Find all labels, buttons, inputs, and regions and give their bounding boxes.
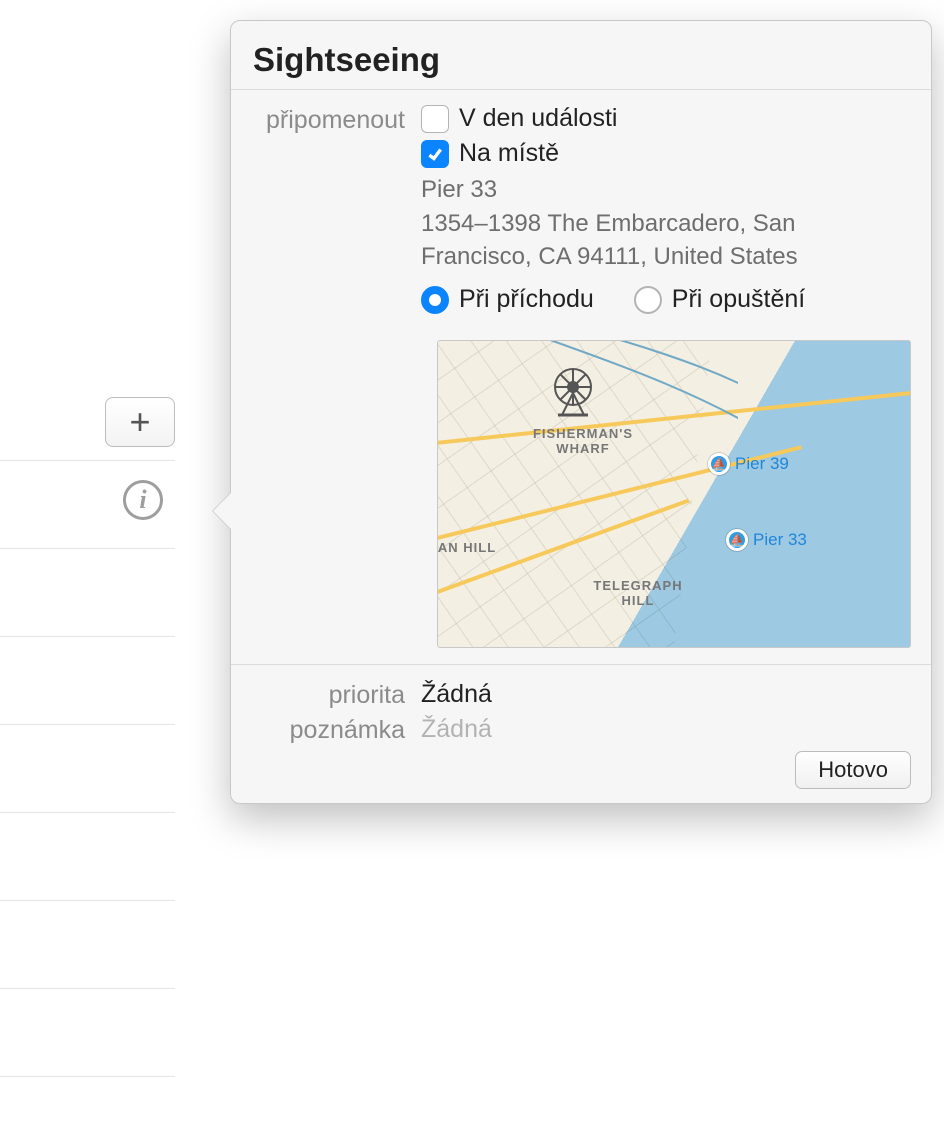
poi-label: Pier 33 <box>753 530 807 550</box>
ferry-icon: ⛵ <box>726 529 748 551</box>
location-trigger-group: Při příchodu Při opuštění <box>421 285 911 320</box>
list-divider <box>0 724 175 725</box>
priority-row[interactable]: priorita Žádná <box>251 677 911 712</box>
note-value: Žádná <box>421 715 911 744</box>
poi-pier-39[interactable]: ⛵ Pier 39 <box>708 453 789 475</box>
poi-pier-33[interactable]: ⛵ Pier 33 <box>726 529 807 551</box>
remind-label: připomenout <box>251 104 421 135</box>
list-divider <box>0 636 175 637</box>
done-button[interactable]: Hotovo <box>795 751 911 789</box>
location-name[interactable]: Pier 33 <box>421 174 911 206</box>
list-divider <box>0 460 175 461</box>
divider <box>231 89 931 90</box>
list-divider <box>0 1076 175 1077</box>
district-telegraph-hill: TELEGRAPH HILL <box>578 579 698 609</box>
add-reminder-button[interactable]: + <box>105 397 175 447</box>
location-address: 1354–1398 The Embarcadero, San Francisco… <box>421 208 911 273</box>
reminder-list-panel: + i <box>0 345 185 1145</box>
ferry-icon: ⛵ <box>708 453 730 475</box>
checkbox-unchecked-icon <box>421 105 449 133</box>
arrive-option[interactable]: Při příchodu <box>421 285 594 314</box>
on-day-label: V den události <box>459 104 617 133</box>
list-divider <box>0 548 175 549</box>
note-label: poznámka <box>251 714 421 745</box>
reminder-detail-popover: Sightseeing připomenout V den události N… <box>230 20 932 804</box>
leave-option[interactable]: Při opuštění <box>634 285 805 314</box>
arrive-label: Při příchodu <box>459 285 594 314</box>
info-button[interactable]: i <box>123 480 163 520</box>
reminder-title[interactable]: Sightseeing <box>253 41 909 79</box>
location-map[interactable]: FISHERMAN'S WHARF AN HILL TELEGRAPH HILL… <box>437 340 911 648</box>
at-location-option[interactable]: Na místě <box>421 139 911 168</box>
remind-section: připomenout V den události Na místě Pier… <box>251 102 911 334</box>
landmark-icon <box>546 365 600 419</box>
list-divider <box>0 900 175 901</box>
list-divider <box>0 812 175 813</box>
district-an-hill: AN HILL <box>437 541 502 556</box>
district-fishermans-wharf: FISHERMAN'S WHARF <box>518 427 648 457</box>
done-label: Hotovo <box>818 757 888 782</box>
checkbox-checked-icon <box>421 140 449 168</box>
list-divider <box>0 988 175 989</box>
info-icon: i <box>139 485 146 515</box>
at-location-label: Na místě <box>459 139 559 168</box>
leave-label: Při opuštění <box>672 285 805 314</box>
priority-label: priorita <box>251 679 421 710</box>
priority-value: Žádná <box>421 680 911 709</box>
plus-icon: + <box>129 404 150 440</box>
on-day-option[interactable]: V den události <box>421 104 911 133</box>
note-row[interactable]: poznámka Žádná <box>251 712 911 747</box>
poi-label: Pier 39 <box>735 454 789 474</box>
radio-selected-icon <box>421 286 449 314</box>
divider <box>231 664 931 665</box>
radio-unselected-icon <box>634 286 662 314</box>
